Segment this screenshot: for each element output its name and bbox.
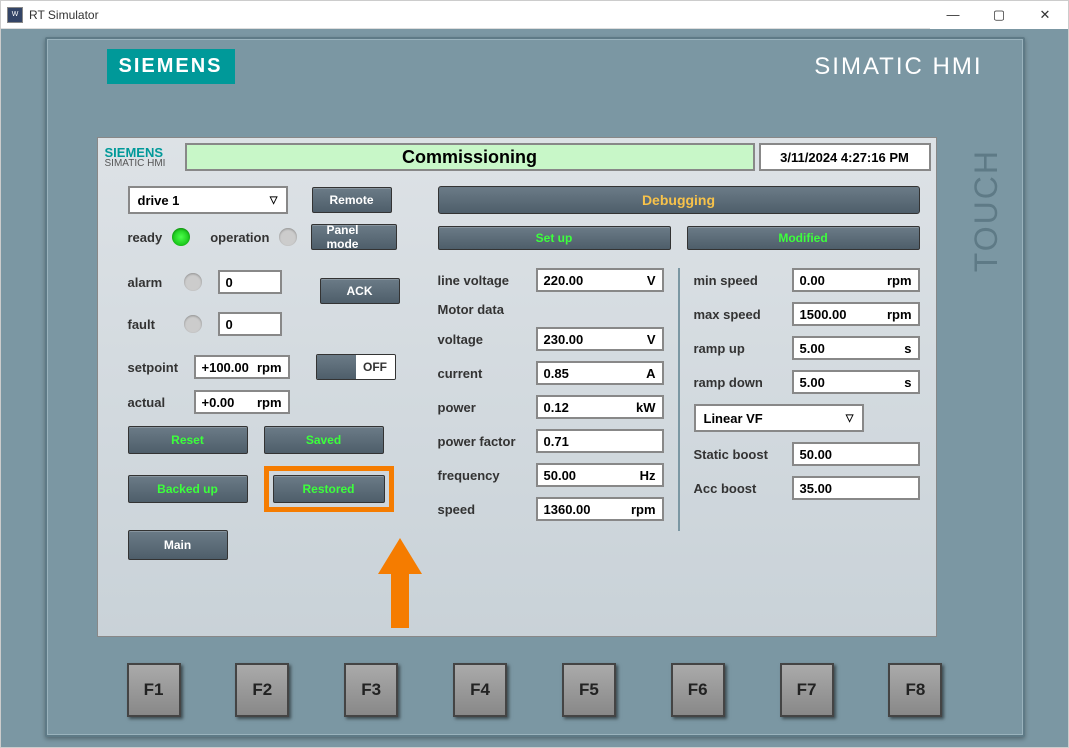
app-icon: W — [7, 7, 23, 23]
power-factor-label: power factor — [438, 434, 530, 449]
timestamp: 3/11/2024 4:27:16 PM — [759, 143, 931, 171]
panel-mode-button[interactable]: Panel mode — [311, 224, 397, 250]
f4-key[interactable]: F4 — [453, 663, 507, 717]
min-speed-field[interactable]: 0.00rpm — [792, 268, 920, 292]
f6-key[interactable]: F6 — [671, 663, 725, 717]
f1-key[interactable]: F1 — [127, 663, 181, 717]
speed-field[interactable]: 1360.00rpm — [536, 497, 664, 521]
maximize-button[interactable]: ▢ — [976, 1, 1022, 29]
setup-button[interactable]: Set up — [438, 226, 671, 250]
ramp-up-field[interactable]: 5.00s — [792, 336, 920, 360]
f7-key[interactable]: F7 — [780, 663, 834, 717]
minimize-button[interactable]: — — [930, 1, 976, 29]
speed-label: speed — [438, 502, 530, 517]
fault-led — [184, 315, 202, 333]
remote-button[interactable]: Remote — [312, 187, 392, 213]
saved-button[interactable]: Saved — [264, 426, 384, 454]
voltage-label: voltage — [438, 332, 530, 347]
on-off-toggle[interactable]: OFF — [316, 354, 396, 380]
chevron-down-icon: ▽ — [846, 413, 854, 424]
restored-highlight: Restored — [264, 466, 394, 512]
power-factor-field[interactable]: 0.71 — [536, 429, 664, 453]
product-label: SIMATIC HMI — [814, 53, 982, 81]
product-small: SIMATIC HMI — [103, 158, 181, 169]
alarm-label: alarm — [128, 275, 174, 290]
frequency-label: frequency — [438, 468, 530, 483]
vf-mode-select[interactable]: Linear VF ▽ — [694, 404, 864, 432]
current-field[interactable]: 0.85A — [536, 361, 664, 385]
ramp-down-label: ramp down — [694, 375, 786, 390]
close-button[interactable]: ✕ — [1022, 1, 1068, 29]
power-label: power — [438, 400, 530, 415]
max-speed-label: max speed — [694, 307, 786, 322]
f8-key[interactable]: F8 — [888, 663, 942, 717]
acc-boost-label: Acc boost — [694, 481, 786, 496]
drive-select[interactable]: drive 1 ▽ — [128, 186, 288, 214]
actual-label: actual — [128, 395, 184, 410]
f2-key[interactable]: F2 — [235, 663, 289, 717]
static-boost-field[interactable]: 50.00 — [792, 442, 920, 466]
page-title: Commissioning — [185, 143, 755, 171]
voltage-field[interactable]: 230.00V — [536, 327, 664, 351]
alarm-led — [184, 273, 202, 291]
titlebar[interactable]: W RT Simulator — ▢ ✕ — [1, 1, 1068, 29]
f3-key[interactable]: F3 — [344, 663, 398, 717]
fault-label: fault — [128, 317, 174, 332]
line-voltage-label: line voltage — [438, 273, 530, 288]
reset-button[interactable]: Reset — [128, 426, 248, 454]
ready-label: ready — [128, 230, 163, 245]
actual-field: +0.00rpm — [194, 390, 290, 414]
min-speed-label: min speed — [694, 273, 786, 288]
setpoint-label: setpoint — [128, 360, 184, 375]
operation-label: operation — [210, 230, 269, 245]
siemens-logo: SIEMENS — [107, 49, 235, 84]
drive-select-value: drive 1 — [138, 193, 180, 208]
hmi-screen: SIEMENS SIMATIC HMI Commissioning 3/11/2… — [97, 137, 937, 637]
line-voltage-field[interactable]: 220.00V — [536, 268, 664, 292]
power-field[interactable]: 0.12kW — [536, 395, 664, 419]
debugging-button[interactable]: Debugging — [438, 186, 920, 214]
f5-key[interactable]: F5 — [562, 663, 616, 717]
setpoint-field[interactable]: +100.00rpm — [194, 355, 290, 379]
window-title: RT Simulator — [29, 8, 930, 22]
backed-up-button[interactable]: Backed up — [128, 475, 248, 503]
restored-button[interactable]: Restored — [273, 475, 385, 503]
chevron-down-icon: ▽ — [270, 195, 278, 206]
main-button[interactable]: Main — [128, 530, 228, 560]
modified-button[interactable]: Modified — [687, 226, 920, 250]
window: W RT Simulator — ▢ ✕ SIEMENS SIMATIC HMI… — [0, 0, 1069, 748]
frequency-field[interactable]: 50.00Hz — [536, 463, 664, 487]
ready-led — [172, 228, 190, 246]
function-keys: F1 F2 F3 F4 F5 F6 F7 F8 — [127, 663, 943, 717]
static-boost-label: Static boost — [694, 447, 786, 462]
touch-label: TOUCH — [968, 149, 1005, 272]
acc-boost-field[interactable]: 35.00 — [792, 476, 920, 500]
ramp-down-field[interactable]: 5.00s — [792, 370, 920, 394]
max-speed-field[interactable]: 1500.00rpm — [792, 302, 920, 326]
alarm-field[interactable]: 0 — [218, 270, 282, 294]
ramp-up-label: ramp up — [694, 341, 786, 356]
callout-arrow-icon — [378, 538, 422, 628]
motor-data-label: Motor data — [438, 302, 664, 317]
hmi-outer: SIEMENS SIMATIC HMI TOUCH SIEMENS SIMATI… — [1, 29, 1068, 747]
fault-field[interactable]: 0 — [218, 312, 282, 336]
current-label: current — [438, 366, 530, 381]
ack-button[interactable]: ACK — [320, 278, 400, 304]
operation-led — [279, 228, 297, 246]
hmi-bezel: SIEMENS SIMATIC HMI TOUCH SIEMENS SIMATI… — [45, 37, 1025, 737]
